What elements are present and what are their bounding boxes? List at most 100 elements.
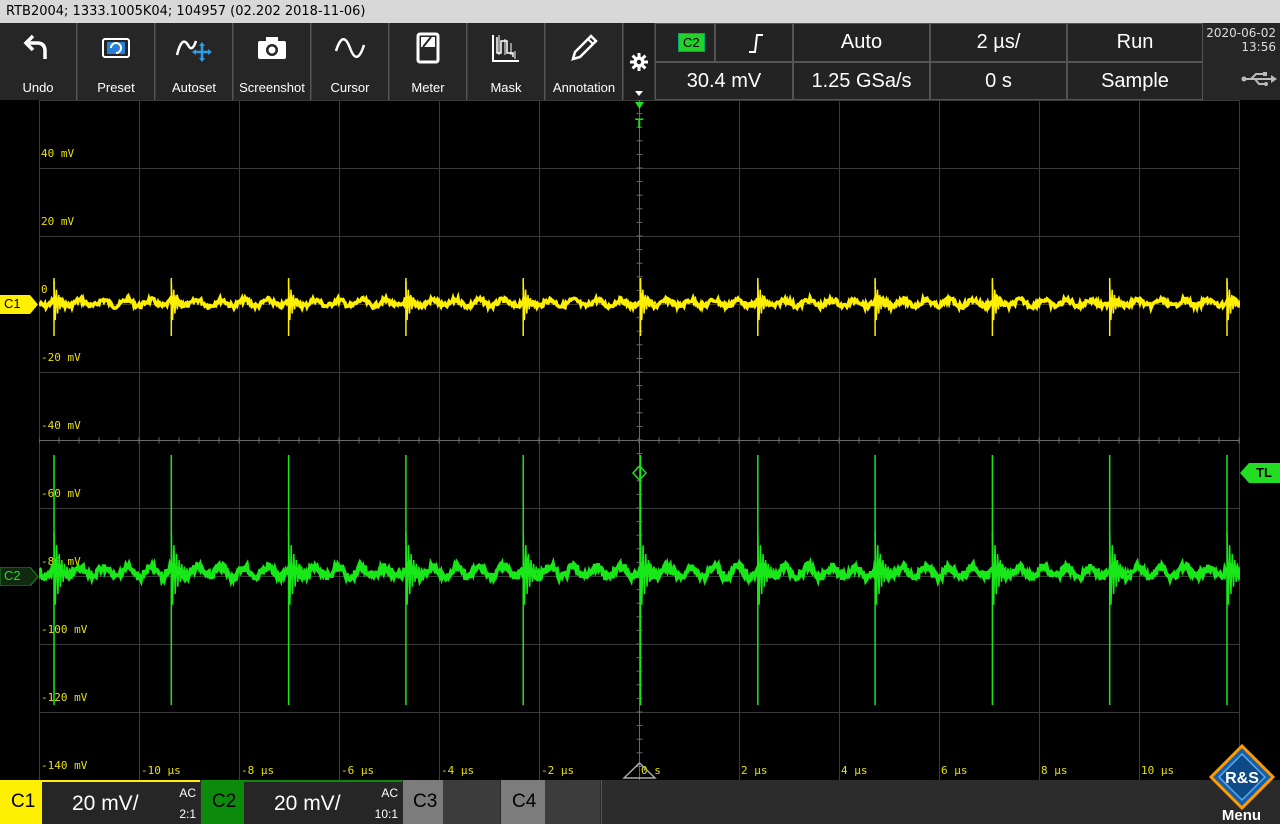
c2-ground-marker[interactable]: C2 — [0, 567, 39, 586]
x-axis-label: 2 µs — [741, 764, 768, 777]
camera-icon — [258, 37, 286, 59]
caret-down-icon — [635, 91, 643, 96]
screenshot-label: Screenshot — [239, 80, 305, 95]
trigger-marker-label: T — [635, 115, 644, 131]
trigger-mode[interactable]: Auto — [793, 23, 930, 62]
trigger-level[interactable]: 30.4 mV — [655, 62, 793, 100]
menu-label: Menu — [1221, 807, 1262, 824]
title-bar: RTB2004; 1333.1005K04; 104957 (02.202 20… — [0, 0, 1280, 23]
y-axis-label: 20 mV — [41, 215, 74, 228]
trigger-level-marker-label: TL — [1256, 465, 1272, 480]
preset-button[interactable]: Preset — [78, 23, 155, 100]
trigger-position-marker — [635, 102, 644, 109]
c1-probe: 2:1 — [179, 807, 196, 821]
usb-icon — [1241, 72, 1277, 86]
c2-ringing — [991, 531, 1016, 605]
pen-icon — [571, 34, 598, 61]
status-area — [601, 780, 1202, 824]
rising-edge-icon — [749, 34, 763, 53]
c1-settings[interactable]: 20 mV/ AC 2:1 — [42, 780, 200, 824]
trigger-slope[interactable] — [715, 23, 793, 62]
c1-ringing — [53, 280, 71, 321]
time-position[interactable]: 0 s — [930, 62, 1067, 100]
y-axis-label: -20 mV — [41, 351, 81, 364]
x-axis-label: -4 µs — [441, 764, 474, 777]
c1-coupling: AC — [179, 786, 196, 800]
c2-ringing — [287, 531, 312, 605]
settings-button[interactable] — [624, 23, 654, 100]
c3-settings[interactable] — [443, 780, 500, 824]
preset-label: Preset — [97, 80, 135, 95]
y-axis-label: -60 mV — [41, 487, 81, 500]
c1-label: C1 — [11, 791, 36, 812]
c3-label: C3 — [413, 791, 438, 812]
c2-ringing — [405, 531, 429, 605]
undo-button[interactable]: Undo — [0, 23, 77, 100]
c2-label: C2 — [212, 791, 237, 812]
time-scale[interactable]: 2 µs/ — [930, 23, 1067, 62]
c2-ringing — [639, 531, 664, 605]
autoset-button[interactable]: Autoset — [156, 23, 233, 100]
c2-settings[interactable]: 20 mV/ AC 10:1 — [244, 780, 402, 824]
cursor-button[interactable]: Cursor — [312, 23, 389, 100]
c1-ringing — [1108, 280, 1126, 321]
meter-label: Meter — [411, 80, 445, 95]
x-axis-label: -10 µs — [141, 764, 181, 777]
trigger-source[interactable]: C2 — [655, 23, 715, 62]
c1-scale: 20 mV/ — [72, 792, 139, 815]
gear-icon — [630, 53, 648, 71]
c4-label: C4 — [512, 791, 537, 812]
undo-icon — [23, 34, 47, 59]
c2-coupling: AC — [381, 786, 398, 800]
waveform-display[interactable]: 40 mV 20 mV 0 -20 mV -40 mV -60 mV -80 mV -100 … — [37, 99, 1250, 781]
annotation-label: Annotation — [552, 80, 616, 95]
x-axis-label: 10 µs — [1141, 764, 1174, 777]
annotation-button[interactable]: Annotation — [546, 23, 623, 100]
undo-label: Undo — [22, 80, 54, 95]
x-axis-label: -6 µs — [341, 764, 374, 777]
screenshot-button[interactable]: Screenshot — [234, 23, 311, 100]
time-text: 13:56 — [1241, 40, 1276, 54]
preset-icon — [102, 38, 130, 58]
c2-ringing — [1226, 531, 1250, 605]
autoset-icon — [175, 40, 212, 62]
cursor-label: Cursor — [330, 80, 370, 95]
c2-scale: 20 mV/ — [274, 792, 341, 815]
c1-ground-marker[interactable]: C1 — [0, 295, 39, 314]
x-axis-label: 6 µs — [941, 764, 968, 777]
c3-channel-tab[interactable]: C3 — [403, 780, 443, 824]
meter-icon — [416, 32, 440, 64]
cursor-icon — [334, 38, 366, 58]
c1-ringing — [757, 280, 775, 321]
datetime: 2020-06-02 13:56 — [1203, 23, 1280, 100]
date-text: 2020-06-02 — [1206, 26, 1276, 40]
meter-button[interactable]: Meter — [390, 23, 467, 100]
trigger-level-marker[interactable]: TL — [1240, 463, 1280, 483]
c1-marker-label: C1 — [4, 296, 21, 311]
x-axis-label: -2 µs — [541, 764, 574, 777]
c2-ringing — [757, 531, 781, 605]
waveform-canvas: 40 mV20 mV0-20 mV-40 mV-60 mV-80 mV-100 … — [37, 99, 1250, 781]
x-axis-label: 4 µs — [841, 764, 868, 777]
y-axis-label: -140 mV — [41, 759, 88, 772]
c1-ringing — [639, 280, 657, 321]
y-axis-label: 40 mV — [41, 147, 74, 160]
mask-button[interactable]: Mask — [468, 23, 545, 100]
c4-settings[interactable] — [545, 780, 600, 824]
c1-channel-tab[interactable]: C1 — [0, 780, 42, 824]
c2-ringing — [1108, 531, 1133, 605]
y-axis-label: -100 mV — [41, 623, 88, 636]
rs-logo-icon: R&S — [1208, 743, 1276, 811]
c2-channel-tab[interactable]: C2 — [201, 780, 244, 824]
menu-button[interactable]: R&S Menu — [1203, 742, 1280, 824]
y-axis-label: -40 mV — [41, 419, 81, 432]
c1-ringing — [522, 280, 540, 321]
sample-rate[interactable]: 1.25 GSa/s — [793, 62, 930, 100]
y-axis-label: 0 — [41, 283, 48, 296]
acquisition-mode[interactable]: Sample — [1067, 62, 1203, 100]
c2-probe: 10:1 — [374, 807, 398, 821]
run-state[interactable]: Run — [1067, 23, 1203, 62]
x-axis-label: 8 µs — [1041, 764, 1068, 777]
c4-channel-tab[interactable]: C4 — [501, 780, 545, 824]
trigger-source-badge: C2 — [678, 33, 705, 52]
